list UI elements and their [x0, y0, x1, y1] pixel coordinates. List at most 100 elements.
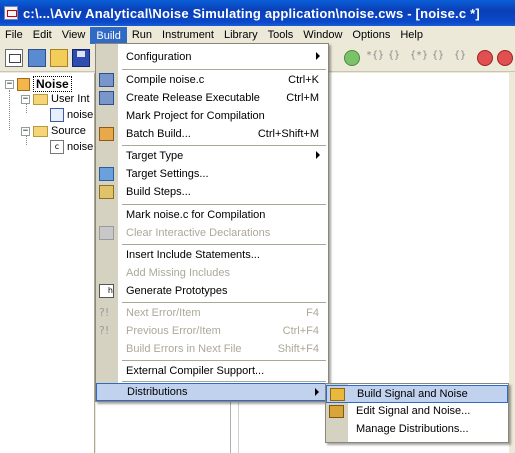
clear-icon — [99, 226, 114, 240]
menu-bar: File Edit View Build Run Instrument Libr… — [0, 26, 515, 44]
menu-item-label: Clear Interactive Declarations — [126, 227, 271, 239]
menu-edit[interactable]: Edit — [28, 27, 57, 44]
submenu-arrow-icon — [315, 388, 319, 396]
brace-icon[interactable]: {} — [454, 50, 466, 61]
menu-item-generate-prototypes[interactable]: h Generate Prototypes — [96, 282, 328, 300]
distribution-box-icon — [330, 388, 345, 401]
next-error-icon: ?! — [99, 306, 110, 319]
menu-item-insert-include[interactable]: Insert Include Statements... — [96, 246, 328, 264]
menu-separator — [122, 204, 326, 205]
submenu-arrow-icon — [316, 52, 320, 60]
menu-item-previous-error[interactable]: ?! Previous Error/Item Ctrl+F4 — [96, 322, 328, 340]
menu-separator — [122, 244, 326, 245]
menu-item-label: Mark Project for Compilation — [126, 110, 265, 122]
menu-item-label: Batch Build... — [126, 128, 191, 140]
menu-options[interactable]: Options — [347, 27, 395, 44]
menu-item-compile[interactable]: Compile noise.c Ctrl+K — [96, 71, 328, 89]
indent-brace-icon[interactable]: *{} — [366, 50, 384, 61]
menu-window[interactable]: Window — [298, 27, 347, 44]
new-uir-icon[interactable] — [28, 49, 46, 67]
menu-item-target-settings[interactable]: Target Settings... — [96, 165, 328, 183]
menu-item-label: Add Missing Includes — [126, 267, 230, 279]
menu-item-batch-build[interactable]: Batch Build... Ctrl+Shift+M — [96, 125, 328, 143]
tree-label-folder: Source — [51, 125, 86, 137]
menu-separator — [122, 145, 326, 146]
menu-item-distributions[interactable]: Distributions — [96, 383, 328, 401]
menu-item-configuration[interactable]: Configuration — [96, 48, 328, 66]
tree-label-file: noise — [67, 109, 94, 121]
menu-item-next-error[interactable]: ?! Next Error/Item F4 — [96, 304, 328, 322]
release-icon — [99, 91, 114, 105]
menu-item-shortcut: Ctrl+M — [286, 92, 319, 104]
menu-item-label: Target Settings... — [126, 168, 209, 180]
menu-item-external-compiler[interactable]: External Compiler Support... — [96, 362, 328, 380]
save-icon[interactable] — [72, 49, 90, 67]
folder-icon — [33, 125, 48, 137]
uir-file-icon — [50, 108, 64, 122]
menu-library[interactable]: Library — [219, 27, 263, 44]
submenu-item-build-signal[interactable]: Build Signal and Noise — [326, 385, 508, 403]
collapse-icon[interactable]: − — [5, 79, 14, 89]
brace-star-icon[interactable]: {*} — [410, 50, 428, 61]
menu-help[interactable]: Help — [395, 27, 428, 44]
menu-run[interactable]: Run — [127, 27, 157, 44]
folder-icon — [33, 93, 48, 105]
submenu-item-manage[interactable]: Manage Distributions... — [326, 421, 508, 439]
target-settings-icon — [99, 167, 114, 181]
stop-icon[interactable] — [477, 50, 493, 66]
menu-item-mark-project[interactable]: Mark Project for Compilation — [96, 107, 328, 125]
collapse-icon[interactable]: − — [21, 94, 30, 104]
brace-icon[interactable]: {} — [432, 50, 444, 61]
menu-item-label: Insert Include Statements... — [126, 249, 260, 261]
c-file-icon: c — [50, 140, 64, 154]
menu-item-label: Mark noise.c for Compilation — [126, 209, 266, 221]
menu-item-create-release[interactable]: Create Release Executable Ctrl+M — [96, 89, 328, 107]
build-menu: Configuration Compile noise.c Ctrl+K Cre… — [95, 43, 329, 402]
menu-item-target-type[interactable]: Target Type — [96, 147, 328, 165]
tree-label-folder: User Int — [51, 93, 90, 105]
submenu-arrow-icon — [316, 151, 320, 159]
collapse-icon[interactable]: − — [21, 126, 30, 136]
menu-item-label: Build Steps... — [126, 186, 191, 198]
menu-file[interactable]: File — [0, 27, 28, 44]
run-go-icon[interactable] — [344, 50, 360, 66]
distributions-submenu: Build Signal and Noise Edit Signal and N… — [325, 383, 509, 443]
menu-separator — [122, 381, 326, 382]
open-folder-icon[interactable] — [50, 49, 68, 67]
menu-item-clear-interactive[interactable]: Clear Interactive Declarations — [96, 224, 328, 242]
menu-item-label: Generate Prototypes — [126, 285, 228, 297]
menu-build[interactable]: Build — [90, 26, 127, 44]
menu-instrument[interactable]: Instrument — [157, 27, 219, 44]
menu-item-label: Distributions — [127, 386, 188, 398]
menu-item-label: Compile noise.c — [126, 74, 205, 86]
menu-item-label: Build Signal and Noise — [357, 388, 468, 400]
tree-node-uir-file[interactable]: noise — [50, 108, 93, 122]
tree-label-file: noise — [67, 141, 94, 153]
menu-item-build-errors[interactable]: Build Errors in Next File Shift+F4 — [96, 340, 328, 358]
previous-error-icon: ?! — [99, 324, 110, 337]
menu-item-label: Previous Error/Item — [126, 325, 221, 337]
menu-separator — [122, 302, 326, 303]
tree-node-user-interface[interactable]: − User Int — [21, 93, 90, 105]
menu-item-shortcut: F4 — [306, 307, 319, 319]
menu-view[interactable]: View — [57, 27, 91, 44]
menu-item-label: External Compiler Support... — [126, 365, 265, 377]
menu-item-shortcut: Ctrl+Shift+M — [257, 128, 319, 140]
brace-icon[interactable]: {} — [388, 50, 400, 61]
editor-scrollbar[interactable] — [509, 73, 515, 453]
stop-icon[interactable] — [497, 50, 513, 66]
new-file-icon[interactable] — [5, 49, 23, 67]
tree-node-root[interactable]: − Noise — [5, 76, 72, 92]
menu-item-mark-file[interactable]: Mark noise.c for Compilation — [96, 206, 328, 224]
menu-tools[interactable]: Tools — [263, 27, 299, 44]
menu-separator — [122, 69, 326, 70]
tree-node-c-file[interactable]: c noise — [50, 140, 93, 154]
tree-connector — [9, 90, 10, 130]
menu-item-build-steps[interactable]: Build Steps... — [96, 183, 328, 201]
submenu-item-edit-signal[interactable]: Edit Signal and Noise... — [326, 403, 508, 421]
build-steps-icon — [99, 185, 114, 199]
menu-item-add-missing[interactable]: Add Missing Includes — [96, 264, 328, 282]
tree-node-source[interactable]: − Source — [21, 125, 86, 137]
edit-distribution-icon — [329, 405, 344, 418]
window-title: c:\...\Aviv Analytical\Noise Simulating … — [23, 5, 480, 21]
